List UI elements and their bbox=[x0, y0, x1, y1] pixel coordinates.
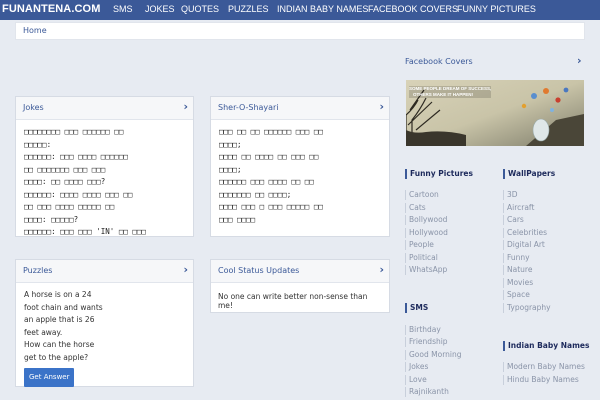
sms-heading[interactable]: SMS bbox=[405, 303, 428, 313]
wallpaper-link[interactable]: Movies bbox=[503, 278, 533, 288]
facebook-covers-title[interactable]: Facebook Covers bbox=[405, 57, 473, 66]
shayari-line: □□□□; bbox=[219, 164, 242, 174]
shayari-line: □□□□; bbox=[219, 139, 242, 149]
sms-link[interactable]: Friendship bbox=[405, 337, 448, 347]
puzzles-header[interactable]: Puzzles › bbox=[16, 260, 193, 283]
joke-line: □□□□□□: □□□□ □□□□ □□□ □□ bbox=[24, 189, 133, 199]
shayari-line: □□□ □□ □□ □□□□□□ □□□ □□ bbox=[219, 127, 323, 136]
puzzle-line: get to the apple? bbox=[24, 352, 89, 362]
baby-names-link[interactable]: Hindu Baby Names bbox=[503, 375, 579, 385]
shayari-header[interactable]: Sher-O-Shayari › bbox=[211, 97, 389, 120]
jokes-content: □□□□□□□□ □□□ □□□□□□ □□ □□□□□: □□□□□□: □□… bbox=[16, 120, 193, 245]
funny-link[interactable]: Cats bbox=[405, 203, 426, 213]
nav-funny-pictures[interactable]: FUNNY PICTURES bbox=[457, 4, 536, 14]
jokes-widget: Jokes › □□□□□□□□ □□□ □□□□□□ □□ □□□□□: □□… bbox=[15, 96, 194, 237]
nav-quotes[interactable]: QUOTES bbox=[181, 4, 219, 14]
funny-link[interactable]: Bollywood bbox=[405, 215, 447, 225]
facebook-cover-image[interactable]: SOME PEOPLE DREAM OF SUCCESS, OTHERS MAK… bbox=[406, 80, 584, 146]
breadcrumb-home-link[interactable]: Home bbox=[23, 26, 47, 35]
joke-line: □□ □□□□□□□ □□□ □□□ bbox=[24, 164, 106, 174]
status-header[interactable]: Cool Status Updates › bbox=[211, 260, 389, 283]
joke-line: □□□□□□: □□□ □□□ 'IN' □□ □□□ bbox=[24, 227, 146, 236]
shayari-content: □□□ □□ □□ □□□□□□ □□□ □□ □□□□; □□□□ □□ □□… bbox=[211, 120, 389, 232]
funny-link[interactable]: Political bbox=[405, 253, 438, 263]
shayari-line: □□□□ □□ □□□□ □□ □□□ □□ bbox=[219, 152, 319, 161]
status-widget: Cool Status Updates › No one can write b… bbox=[210, 259, 390, 313]
shayari-line: □□□ □□□□ bbox=[219, 214, 256, 224]
funny-link[interactable]: Cartoon bbox=[405, 190, 439, 200]
joke-line: □□ □□□ □□□□ □□□□□ □□ bbox=[24, 202, 115, 211]
chevron-right-icon[interactable]: › bbox=[183, 100, 188, 113]
shayari-line: □□□□□□ □□□ □□□□ □□ □□ bbox=[219, 177, 314, 186]
joke-line: □□□□□□: □□□ □□□□ □□□□□□ bbox=[24, 152, 128, 161]
shayari-line: □□□□ □□□ □ □□□ □□□□□ □□ bbox=[219, 202, 323, 211]
wallpaper-link[interactable]: Cars bbox=[503, 215, 524, 225]
nav-sms[interactable]: SMS bbox=[113, 4, 133, 14]
wallpaper-link[interactable]: Aircraft bbox=[503, 203, 534, 213]
shayari-title[interactable]: Sher-O-Shayari bbox=[218, 103, 279, 112]
chevron-right-icon[interactable]: › bbox=[183, 263, 188, 276]
cover-text-line: OTHERS MAKE IT HAPPEN! bbox=[413, 92, 474, 97]
site-logo[interactable]: FUNANTENA.COM bbox=[2, 3, 100, 15]
jokes-header[interactable]: Jokes › bbox=[16, 97, 193, 120]
wallpaper-link[interactable]: Typography bbox=[503, 303, 551, 313]
funny-link[interactable]: Hollywood bbox=[405, 228, 448, 238]
puzzles-widget: Puzzles › A horse is on a 24 foot chain … bbox=[15, 259, 194, 387]
wallpaper-link[interactable]: Celebrities bbox=[503, 228, 547, 238]
sms-link[interactable]: Jokes bbox=[405, 362, 428, 372]
puzzle-line: How can the horse bbox=[24, 340, 95, 349]
top-navbar: FUNANTENA.COM SMS JOKES QUOTES PUZZLES I… bbox=[0, 0, 600, 20]
baby-names-heading[interactable]: Indian Baby Names bbox=[503, 341, 589, 351]
get-answer-button[interactable]: Get Answer bbox=[24, 368, 75, 387]
baby-names-link[interactable]: Modern Baby Names bbox=[503, 362, 585, 372]
puzzles-title[interactable]: Puzzles bbox=[23, 266, 52, 275]
funny-pictures-heading[interactable]: Funny Pictures bbox=[405, 169, 473, 179]
status-title[interactable]: Cool Status Updates bbox=[218, 266, 299, 275]
shayari-widget: Sher-O-Shayari › □□□ □□ □□ □□□□□□ □□□ □□… bbox=[210, 96, 390, 237]
sms-link[interactable]: Love bbox=[405, 375, 427, 385]
puzzle-content: A horse is on a 24 foot chain and wants … bbox=[16, 283, 193, 393]
breadcrumb: Home bbox=[15, 22, 585, 40]
chevron-right-icon[interactable]: › bbox=[577, 54, 582, 67]
status-text: No one can write better non-sense than m… bbox=[218, 292, 368, 310]
wallpaper-link[interactable]: Space bbox=[503, 290, 530, 300]
joke-line: □□□□: □□ □□□□ □□□? bbox=[24, 177, 106, 186]
wallpaper-link[interactable]: Nature bbox=[503, 265, 532, 275]
sms-link[interactable]: Birthday bbox=[405, 325, 441, 335]
puzzle-line: feet away. bbox=[24, 327, 63, 337]
funny-link[interactable]: WhatsApp bbox=[405, 265, 447, 275]
nav-indian-baby-names[interactable]: INDIAN BABY NAMES bbox=[277, 4, 368, 14]
joke-line: □□□□□□□□ □□□ □□□□□□ □□ bbox=[24, 127, 124, 136]
puzzle-line: A horse is on a 24 bbox=[24, 290, 92, 299]
jokes-title[interactable]: Jokes bbox=[23, 103, 44, 112]
chevron-right-icon[interactable]: › bbox=[379, 100, 384, 113]
shayari-line: □□□□□□□ □□ □□□□; bbox=[219, 189, 292, 199]
funny-link[interactable]: People bbox=[405, 240, 434, 250]
nav-jokes[interactable]: JOKES bbox=[145, 4, 175, 14]
sms-link[interactable]: Good Morning bbox=[405, 350, 462, 360]
joke-line: □□□□: □□□□□? bbox=[24, 214, 79, 224]
nav-puzzles[interactable]: PUZZLES bbox=[228, 4, 269, 14]
sms-link[interactable]: Rajnikanth bbox=[405, 387, 449, 397]
nav-facebook-covers[interactable]: FACEBOOK COVERS bbox=[368, 4, 458, 14]
wallpaper-link[interactable]: Digital Art bbox=[503, 240, 545, 250]
wallpaper-link[interactable]: 3D bbox=[503, 190, 518, 200]
puzzle-line: an apple that is 26 bbox=[24, 315, 95, 324]
wallpaper-link[interactable]: Funny bbox=[503, 253, 530, 263]
chevron-right-icon[interactable]: › bbox=[379, 263, 384, 276]
puzzle-line: foot chain and wants bbox=[24, 302, 103, 312]
wallpapers-heading[interactable]: WallPapers bbox=[503, 169, 555, 179]
joke-line: □□□□□: bbox=[24, 139, 52, 149]
